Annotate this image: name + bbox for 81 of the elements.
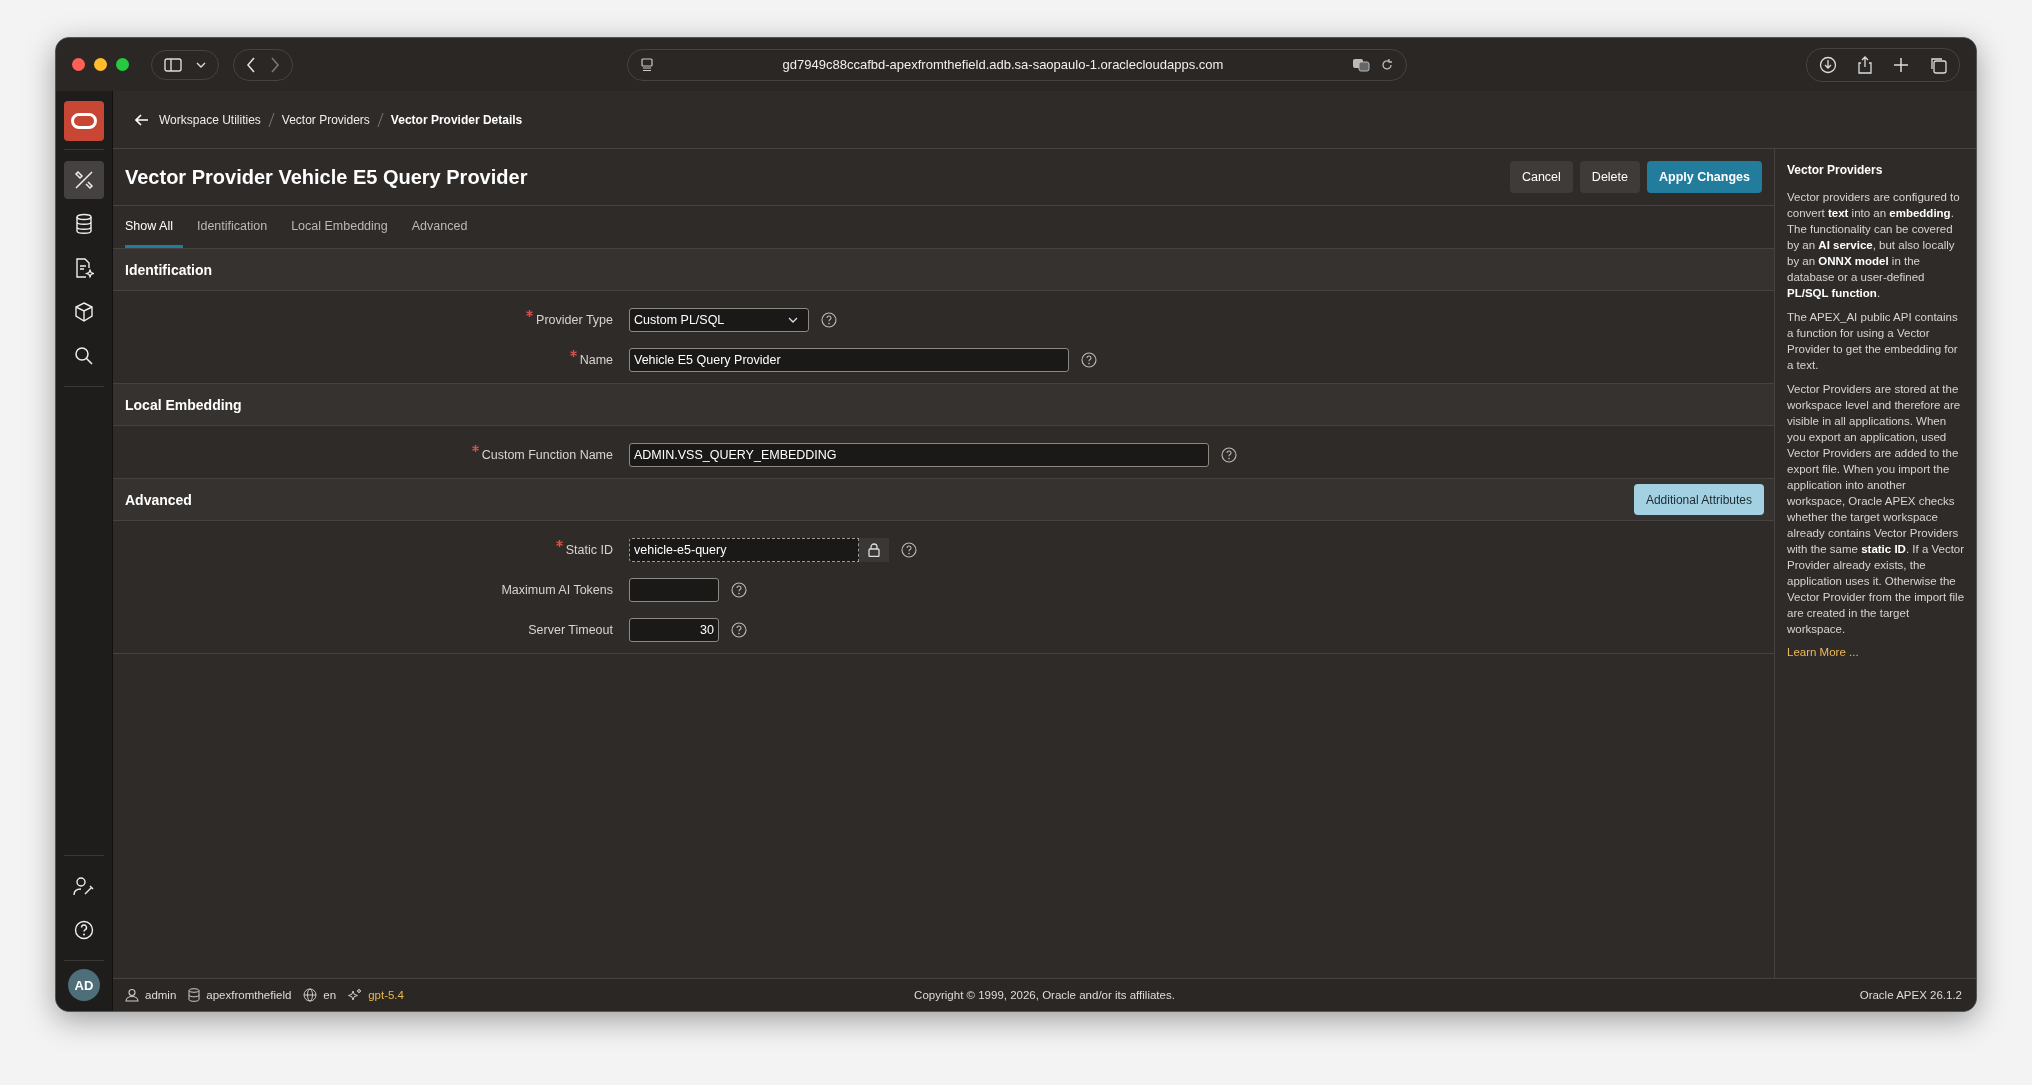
section-title: Local Embedding — [125, 396, 243, 413]
oracle-logo[interactable] — [64, 101, 104, 141]
globe-icon — [303, 988, 318, 1002]
back-arrow-icon[interactable] — [135, 113, 149, 126]
download-icon[interactable] — [1819, 55, 1837, 74]
back-icon[interactable] — [246, 56, 256, 73]
search-icon — [74, 346, 94, 366]
help-icon[interactable] — [1081, 352, 1097, 368]
minimize-icon[interactable] — [94, 58, 107, 71]
tab[interactable]: Identification — [196, 206, 278, 248]
breadcrumb-link[interactable]: Vector Providers — [281, 112, 370, 127]
chevron-icon — [788, 317, 798, 323]
sidebar-icon — [164, 57, 182, 72]
help-paragraph: Vector Providers are stored at the workspace level and therefore are visible in all applications. When you export an application, used Vector Providers are added to the export file. When you import the application into another workspace, Oracle APEX checks whether the target workspace already contains Vector Providers with the same static ID. If a Vector Provider already exists, the application uses it. Otherwise the Vector Provider from the import file are created in the target workspace. — [1787, 382, 1966, 637]
tools-nav-item[interactable] — [64, 161, 104, 199]
section-title: Advanced — [125, 491, 193, 508]
section-title: Identification — [125, 261, 214, 278]
help-icon[interactable] — [731, 622, 747, 638]
share-icon[interactable] — [1857, 55, 1873, 74]
document-sparkle-icon — [74, 257, 94, 279]
action-button[interactable]: Cancel — [1509, 161, 1573, 193]
model-link[interactable]: gpt-5.4 — [368, 989, 404, 1001]
help-icon[interactable] — [731, 582, 747, 598]
tabs-icon[interactable] — [1929, 55, 1947, 74]
help-paragraph: Vector providers are configured to convert text into an embedding. The functionality can be covered by an AI service, but also locally by an ONNX model in the database or a user-defined PL/SQL function. — [1787, 190, 1961, 301]
help-icon[interactable] — [1221, 447, 1237, 463]
help-title: Vector Providers — [1787, 163, 1884, 177]
help-paragraph: The APEX_AI public API contains a function for using a Vector Provider to get the embedding for a text. — [1787, 310, 1959, 373]
input-field[interactable]: 30 — [629, 618, 719, 642]
breadcrumb-current: Vector Provider Details — [390, 112, 523, 127]
user-icon — [125, 988, 139, 1002]
learn-more-link[interactable]: Learn More ... — [1787, 646, 1859, 658]
field-label: Static ID — [565, 543, 613, 557]
field-label: Custom Function Name — [481, 448, 613, 462]
username-text: admin — [145, 989, 177, 1001]
field-label: Name — [579, 353, 613, 367]
required-icon — [526, 310, 534, 317]
action-button[interactable]: Delete — [1579, 161, 1640, 193]
field-label: Maximum AI Tokens — [501, 583, 613, 597]
chevron-icon — [196, 61, 206, 68]
reload-icon[interactable] — [1380, 57, 1394, 72]
package-icon — [74, 301, 94, 323]
page-title: Vector Provider Vehicle E5 Query Provider — [125, 165, 529, 189]
required-icon — [471, 445, 479, 452]
tools-icon — [73, 169, 95, 191]
required-icon — [569, 350, 577, 357]
translate-icon[interactable] — [1352, 57, 1370, 72]
url-text: gd7949c88ccafbd-apexfromthefield.adb.sa-saopaulo-1.oraclecloudapps.com — [781, 57, 1225, 72]
language-text: en — [323, 989, 337, 1001]
input-field[interactable] — [629, 578, 719, 602]
breadcrumb-link[interactable]: Workspace Utilities — [159, 112, 261, 127]
zoom-icon[interactable] — [116, 58, 129, 71]
version-text: Oracle APEX 26.1.2 — [1859, 989, 1962, 1001]
close-icon[interactable] — [72, 58, 85, 71]
copyright-text: Copyright © 1999, 2026, Oracle and/or its affiliates. — [914, 989, 1175, 1001]
user-avatar[interactable]: AD — [68, 969, 100, 1001]
database-icon — [74, 213, 94, 235]
lock-button[interactable] — [859, 538, 889, 562]
tab[interactable]: Advanced — [411, 206, 478, 248]
tab[interactable]: Local Embedding — [291, 206, 398, 248]
workspace-text: apexfromthefield — [206, 989, 292, 1001]
forward-icon[interactable] — [270, 56, 280, 73]
plus-icon[interactable] — [1893, 56, 1909, 73]
sparkle-icon — [348, 988, 363, 1002]
page-icon — [640, 57, 654, 72]
input-field[interactable]: vehicle-e5-query — [629, 538, 859, 562]
required-icon — [555, 540, 563, 547]
help-icon — [74, 920, 94, 940]
field-label: Server Timeout — [528, 623, 613, 637]
help-icon[interactable] — [901, 542, 917, 558]
database-icon — [188, 988, 201, 1002]
logo-icon — [71, 113, 97, 129]
help-icon[interactable] — [821, 312, 837, 328]
field-label: Provider Type — [536, 313, 613, 327]
select-field[interactable]: Custom PL/SQL — [629, 308, 809, 332]
input-field[interactable]: ADMIN.VSS_QUERY_EMBEDDING — [629, 443, 1209, 467]
apply-button[interactable]: Apply Changes — [1647, 161, 1762, 193]
lock-icon — [868, 543, 880, 557]
input-field[interactable]: Vehicle E5 Query Provider — [629, 348, 1069, 372]
user-wrench-icon — [73, 876, 95, 896]
additional-attributes-button[interactable]: Additional Attributes — [1633, 484, 1764, 515]
